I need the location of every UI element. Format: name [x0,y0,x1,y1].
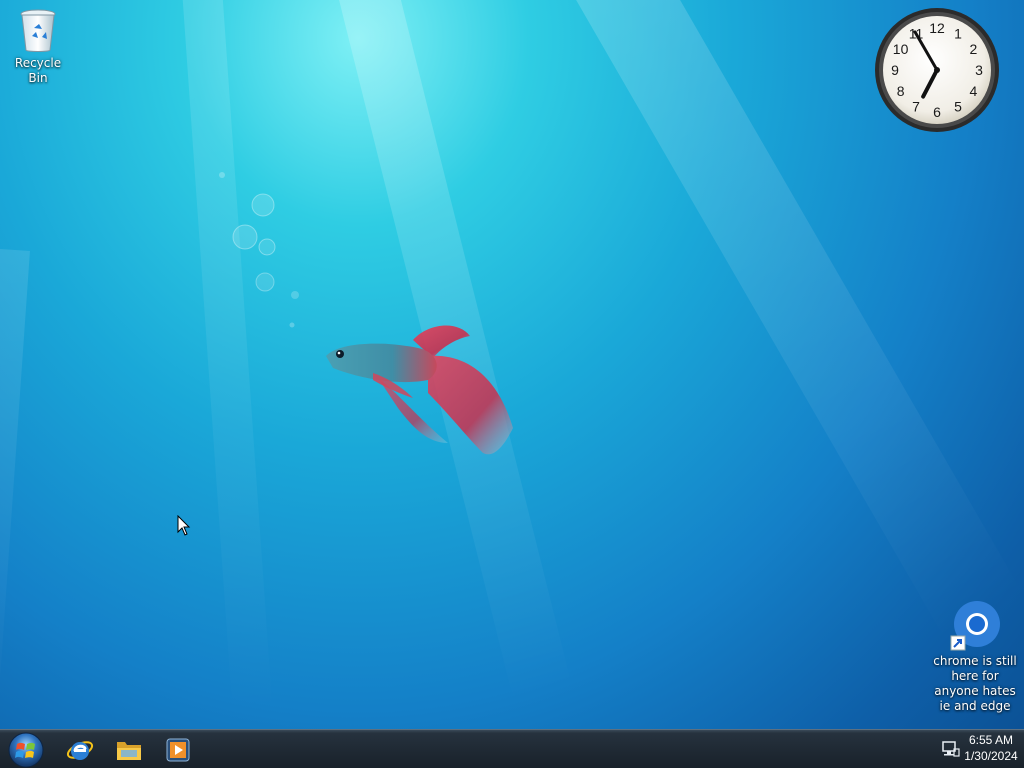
media-player-icon [166,738,190,762]
betta-fish-wallpaper [326,325,513,455]
clock-numeral: 7 [912,98,920,114]
clock-numeral: 8 [897,83,905,99]
clock-gadget[interactable]: 121234567891011 [873,6,1001,134]
tray-time: 6:55 AM [968,733,1014,747]
clock-numeral: 10 [893,41,909,57]
taskbar-windows-explorer[interactable] [104,733,154,767]
clock-numeral: 1 [954,26,962,42]
desktop-icon-label: Recycle Bin [14,56,62,85]
bubbles-decoration [219,172,299,328]
taskbar[interactable]: 6:55 AM 1/30/2024 [0,729,1024,768]
light-ray [180,0,273,720]
clock-numeral: 12 [929,20,945,36]
mouse-cursor [177,515,191,536]
internet-explorer-icon [66,741,94,760]
chrome-shortcut[interactable]: chrome is still here for anyone hates ie… [932,600,1018,714]
clock-numeral: 5 [954,98,962,114]
desktop-icon-label: chrome is still here for anyone hates ie… [933,654,1017,713]
clock-numeral: 6 [933,104,941,120]
taskbar-internet-explorer[interactable] [55,733,105,767]
network-icon [942,741,960,757]
recycle-bin-shortcut[interactable]: Recycle Bin [4,6,72,86]
taskbar-media-player[interactable] [153,733,203,767]
tray-date: 1/30/2024 [964,749,1018,763]
clock-numeral: 3 [975,62,983,78]
recycle-bin-icon [20,9,56,52]
tray-network[interactable] [940,739,960,759]
clock-numeral: 9 [891,62,899,78]
folder-icon [117,742,141,760]
tray-clock[interactable]: 6:55 AM 1/30/2024 [960,732,1022,768]
clock-numeral: 2 [970,41,978,57]
desktop[interactable]: Recycle Bin chrome is still here for any… [0,0,1024,729]
start-button[interactable] [6,731,46,768]
windows-start-orb-icon [8,732,44,768]
chrome-icon [950,601,1000,651]
light-ray [0,248,30,729]
clock-numeral: 4 [970,83,978,99]
